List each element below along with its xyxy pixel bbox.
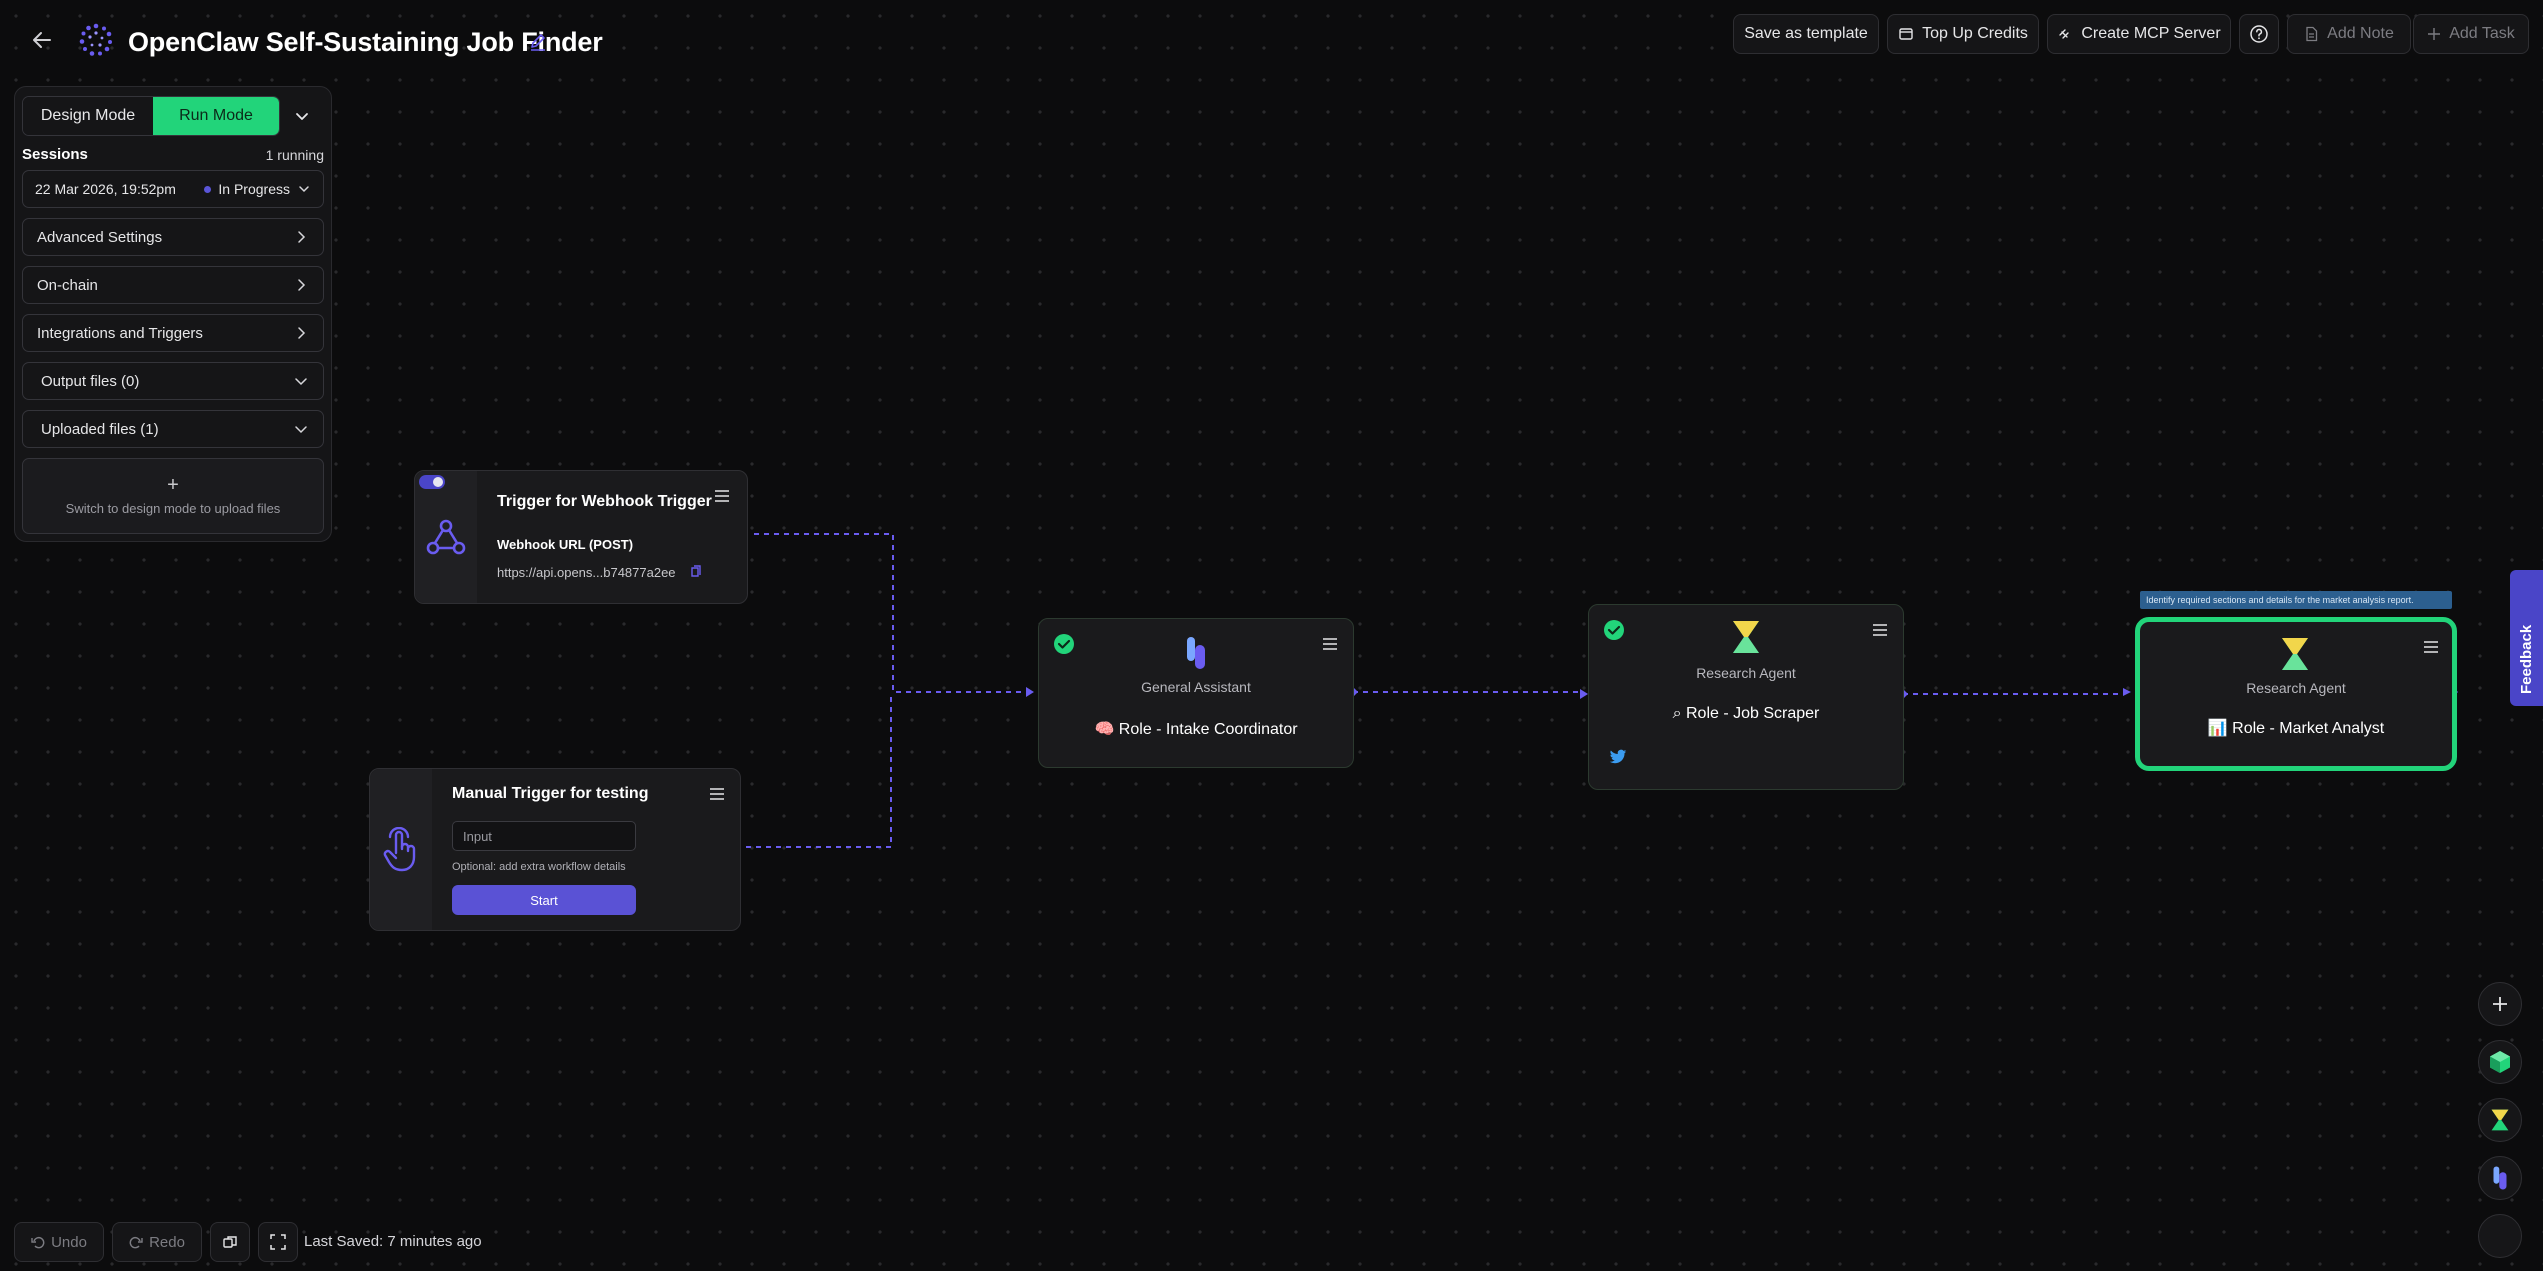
menu-icon[interactable]: [2422, 640, 2440, 654]
node-enable-toggle[interactable]: [419, 475, 445, 489]
menu-icon[interactable]: [713, 489, 731, 503]
node-note-tag: Identify required sections and details f…: [2140, 591, 2452, 609]
intake-coordinator-node[interactable]: General Assistant 🧠 Role - Intake Coordi…: [1038, 618, 1354, 768]
add-node-button[interactable]: [2478, 982, 2522, 1026]
edge-arrow: [1026, 687, 1034, 697]
hand-pointer-icon: [383, 826, 416, 871]
feedback-tab[interactable]: Feedback: [2510, 570, 2543, 706]
intake-node-role: 🧠 Role - Intake Coordinator: [1094, 721, 1298, 738]
edge-arrow: [2123, 688, 2131, 696]
undo-button[interactable]: Undo: [14, 1222, 104, 1262]
webhook-url-label: Webhook URL (POST): [497, 537, 634, 552]
general-assistant-icon: [1187, 637, 1205, 669]
feedback-label: Feedback: [2518, 624, 2535, 694]
research-agent-button[interactable]: [2478, 1098, 2522, 1142]
toggle-knob: [433, 477, 443, 487]
menu-icon[interactable]: [1321, 637, 1339, 651]
manual-node-sidebar: [370, 769, 432, 930]
undo-label: Undo: [51, 1233, 87, 1251]
redo-button[interactable]: Redo: [112, 1222, 202, 1262]
market-analyst-node[interactable]: Research Agent 📊 Role - Market Analyst: [2135, 617, 2457, 771]
edge-arrow: [1580, 689, 1588, 699]
webhook-node-sidebar: [415, 471, 477, 603]
fit-view-button[interactable]: [258, 1222, 298, 1262]
extra-rail-button[interactable]: [2478, 1214, 2522, 1258]
duplicate-icon: [223, 1236, 237, 1248]
manual-input-field[interactable]: [452, 821, 636, 851]
menu-icon[interactable]: [1871, 623, 1889, 637]
check-circle-icon: [1604, 620, 1624, 640]
menu-icon[interactable]: [708, 787, 726, 801]
edge-manual-to-intake: [746, 692, 892, 848]
cube-icon: [2490, 1051, 2510, 1073]
check-circle-icon: [1054, 634, 1074, 654]
redo-icon: [129, 1236, 143, 1249]
research-agent-icon: [2282, 638, 2308, 670]
manual-trigger-node[interactable]: Manual Trigger for testing Optional: add…: [369, 768, 741, 931]
webhook-icon: [426, 519, 466, 555]
general-assistant-icon: [2493, 1166, 2507, 1190]
job-scraper-node[interactable]: Research Agent ⌕ Role - Job Scraper: [1588, 604, 1904, 790]
research-agent-icon: [1733, 621, 1759, 653]
intake-node-type: General Assistant: [1141, 679, 1251, 695]
analyst-node-type: Research Agent: [2246, 680, 2346, 696]
start-button[interactable]: Start: [452, 885, 636, 915]
twitter-icon: [1609, 749, 1627, 764]
copy-canvas-button[interactable]: [210, 1222, 250, 1262]
webhook-trigger-node[interactable]: Trigger for Webhook Trigger Webhook URL …: [414, 470, 748, 604]
webhook-url-value: https://api.opens...b74877a2ee: [497, 565, 676, 580]
cube-agent-button[interactable]: [2478, 1040, 2522, 1084]
last-saved-status: Last Saved: 7 minutes ago: [304, 1233, 482, 1250]
general-assistant-button[interactable]: [2478, 1156, 2522, 1200]
copy-icon[interactable]: [689, 564, 703, 578]
manual-node-title: Manual Trigger for testing: [452, 785, 649, 802]
plus-icon: [2493, 997, 2507, 1011]
undo-icon: [31, 1236, 45, 1249]
fullscreen-icon: [270, 1234, 286, 1250]
edge-webhook-to-intake: [754, 533, 1032, 693]
redo-label: Redo: [149, 1233, 185, 1251]
scraper-node-role: ⌕ Role - Job Scraper: [1672, 705, 1820, 722]
webhook-node-title: Trigger for Webhook Trigger: [497, 493, 712, 510]
research-agent-icon: [2491, 1109, 2509, 1131]
analyst-node-role: 📊 Role - Market Analyst: [2207, 720, 2385, 737]
manual-input-hint: Optional: add extra workflow details: [452, 861, 626, 873]
scraper-node-type: Research Agent: [1696, 665, 1796, 681]
